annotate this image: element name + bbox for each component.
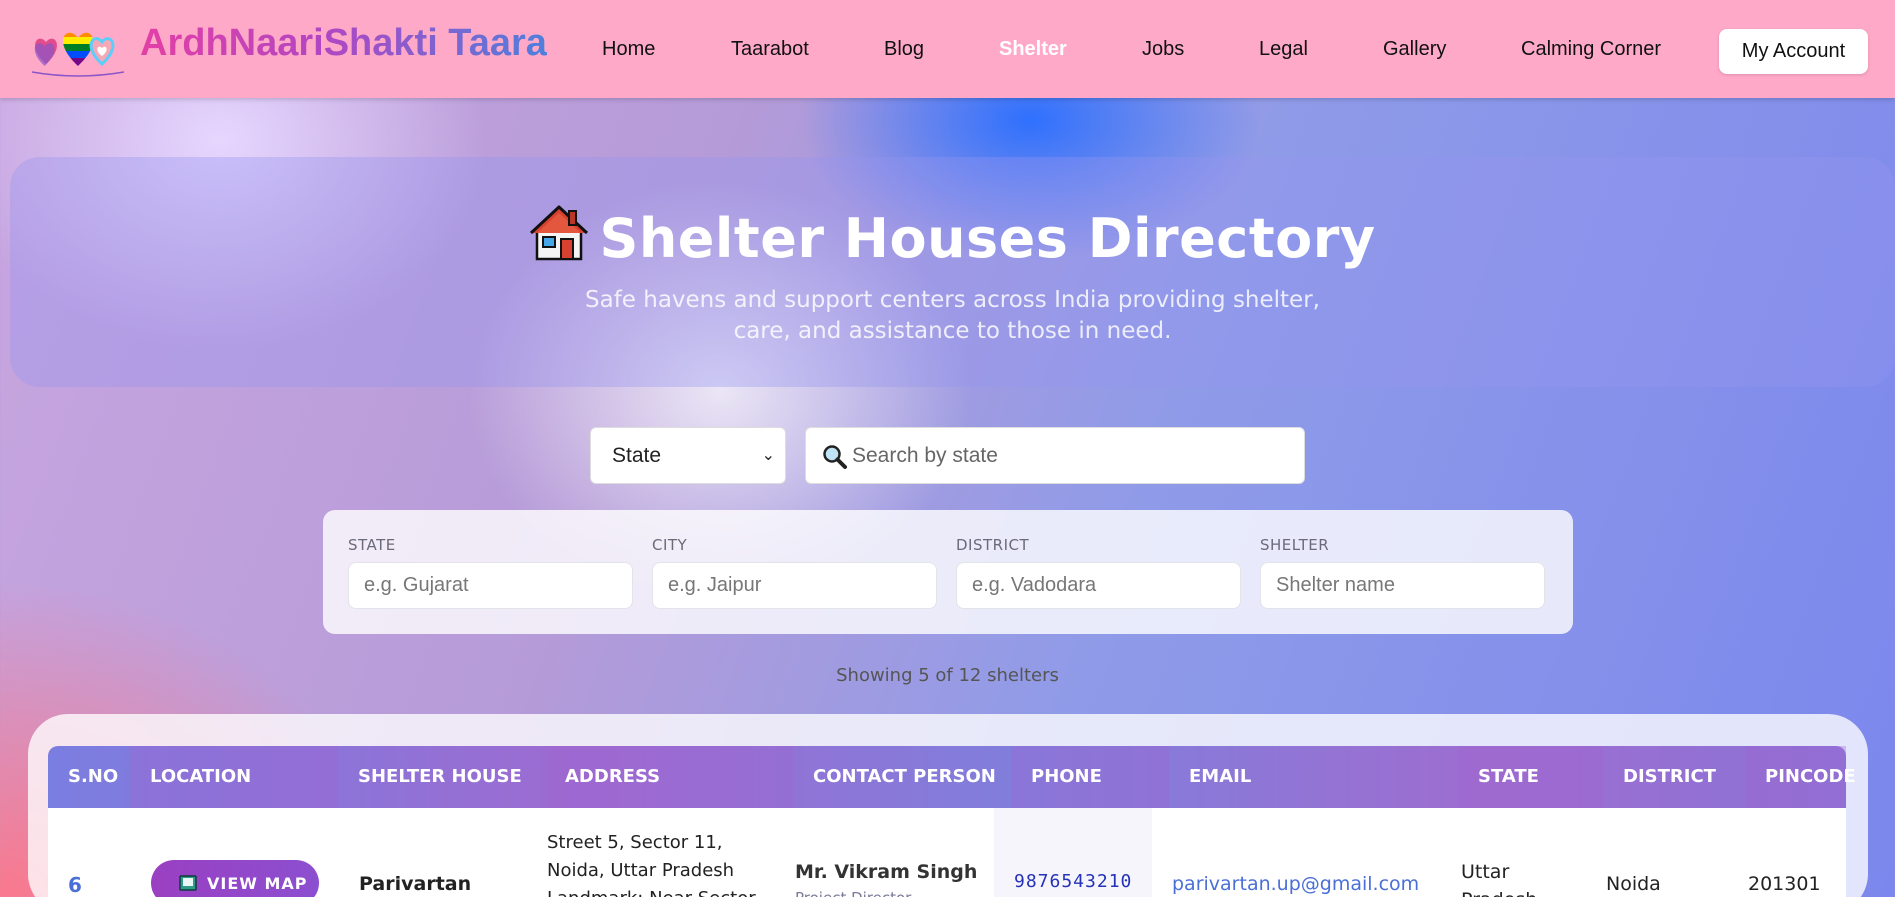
state-select-value: State [612, 444, 662, 467]
filter-state: STATE [348, 536, 633, 609]
row-state-line-2: Pradesh [1461, 889, 1537, 897]
filter-shelter: SHELTER [1260, 536, 1545, 609]
filter-district-label: DISTRICT [956, 536, 1030, 554]
view-map-label: VIEW MAP [207, 873, 308, 893]
search-icon [823, 445, 847, 469]
hearts-logo-icon [31, 32, 125, 77]
row-state-line-1: Uttar [1461, 861, 1510, 883]
logo[interactable] [30, 22, 126, 78]
nav-legal[interactable]: Legal [1259, 38, 1308, 61]
page-title-text: Shelter Houses Directory [599, 207, 1376, 270]
house-icon [530, 205, 589, 261]
filter-city-input[interactable] [652, 562, 937, 609]
row-district: Noida [1606, 873, 1661, 895]
nav-shelter[interactable]: Shelter [999, 38, 1067, 61]
filter-panel: STATE CITY DISTRICT SHELTER [323, 510, 1573, 634]
filter-shelter-input[interactable] [1260, 562, 1545, 609]
col-shelter-house: SHELTER HOUSE [358, 766, 522, 787]
row-address-line-3: Landmark: Near Sector [547, 888, 756, 897]
col-contact-person: CONTACT PERSON [813, 766, 996, 787]
filter-state-input[interactable] [348, 562, 633, 609]
search-box[interactable] [805, 427, 1305, 484]
row-pincode: 201301 [1748, 873, 1821, 895]
filter-district: DISTRICT [956, 536, 1241, 609]
col-district: DISTRICT [1623, 766, 1716, 787]
row-address-line-1: Street 5, Sector 11, [547, 832, 723, 853]
results-count: Showing 5 of 12 shelters [836, 665, 1059, 686]
nav-gallery[interactable]: Gallery [1383, 38, 1446, 61]
chevron-down-icon: ⌄ [761, 447, 775, 464]
filter-shelter-label: SHELTER [1260, 536, 1330, 554]
search-input[interactable] [852, 436, 1292, 476]
filter-city-label: CITY [652, 536, 688, 554]
state-select[interactable]: State ⌄ [590, 427, 786, 484]
navbar: ArdhNaariShakti Taara Home Taarabot Blog… [0, 0, 1895, 98]
col-email: EMAIL [1189, 766, 1252, 787]
col-state: STATE [1458, 746, 1603, 808]
row-contact-role: Project Director [795, 889, 911, 897]
row-shelter-name: Parivartan [359, 873, 472, 895]
page-subtitle: Safe havens and support centers across I… [585, 287, 1320, 344]
filter-state-label: STATE [348, 536, 396, 554]
nav-taarabot[interactable]: Taarabot [731, 38, 809, 61]
brand-name[interactable]: ArdhNaariShakti Taara [140, 22, 547, 65]
filter-city: CITY [652, 536, 937, 609]
filter-district-input[interactable] [956, 562, 1241, 609]
row-address-line-2: Noida, Uttar Pradesh [547, 860, 735, 881]
hero-banner: Shelter Houses Directory Safe havens and… [10, 157, 1895, 387]
page-title: Shelter Houses Directory [10, 203, 1895, 270]
row-sno: 6 [68, 873, 82, 897]
map-book-icon [179, 875, 197, 891]
nav-jobs[interactable]: Jobs [1142, 38, 1184, 61]
col-address: ADDRESS [545, 746, 793, 808]
col-phone: PHONE [1011, 746, 1169, 808]
nav-calming-corner[interactable]: Calming Corner [1521, 38, 1661, 61]
my-account-button[interactable]: My Account [1719, 29, 1868, 74]
col-pincode: PINCODE [1745, 746, 1856, 808]
view-map-button[interactable]: VIEW MAP [151, 860, 319, 897]
nav-blog[interactable]: Blog [884, 38, 924, 61]
table-header: S.NO LOCATION SHELTER HOUSE ADDRESS CONT… [48, 746, 1856, 808]
col-location: LOCATION [130, 746, 338, 808]
row-email-link[interactable]: parivartan.up@gmail.com [1172, 873, 1419, 895]
row-contact-name: Mr. Vikram Singh [795, 861, 978, 883]
row-phone-link[interactable]: 9876543210 [1014, 871, 1132, 892]
col-sno: S.NO [68, 766, 119, 787]
nav-home[interactable]: Home [602, 38, 655, 61]
